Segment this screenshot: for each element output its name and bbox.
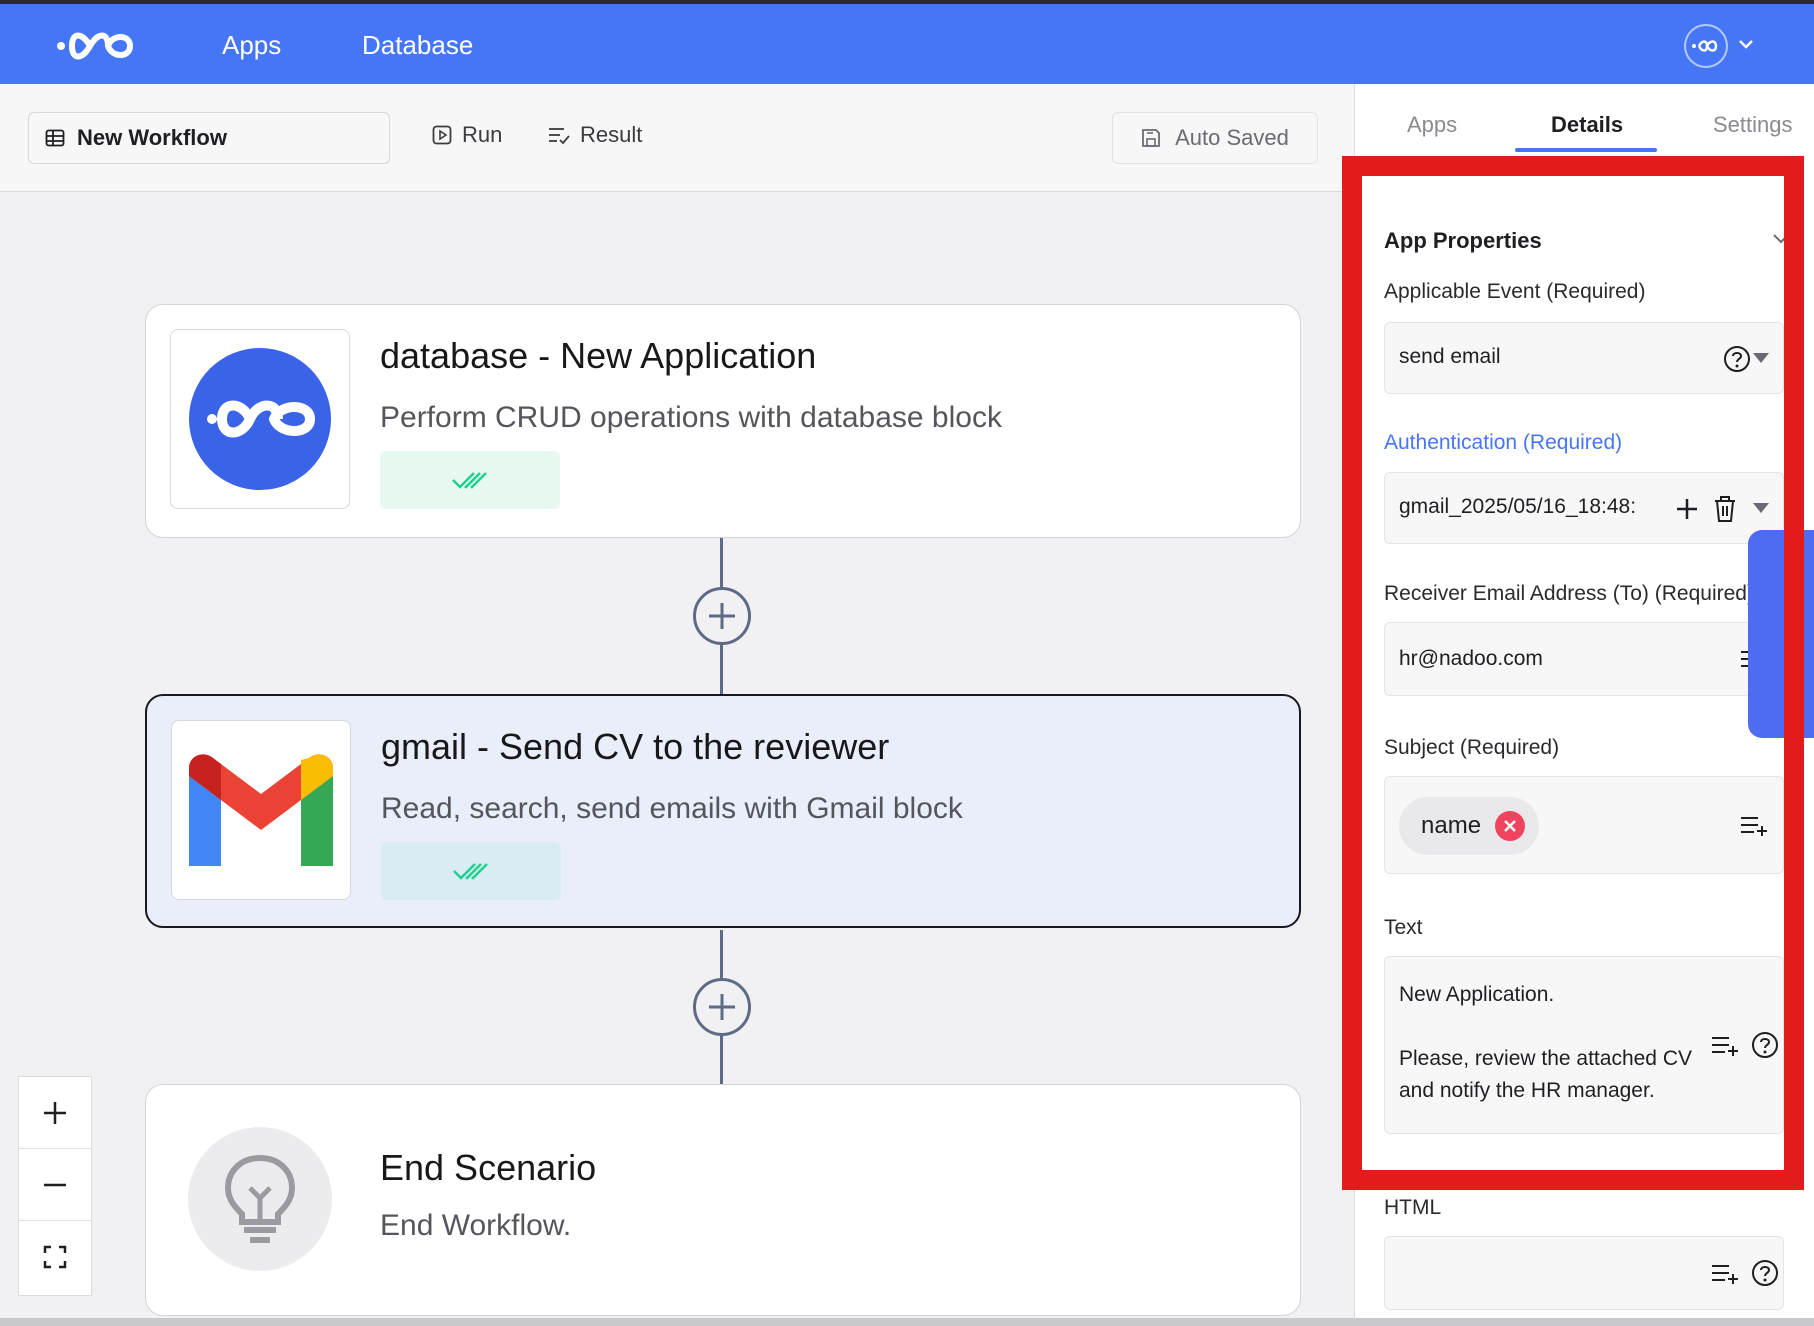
insert-variable-icon[interactable] — [1740, 815, 1768, 837]
workflow-name-text: New Workflow — [77, 125, 227, 150]
nav-link-database[interactable]: Database — [362, 30, 473, 61]
run-button[interactable]: Run — [432, 122, 502, 148]
node-description: Perform CRUD operations with database bl… — [380, 401, 1002, 434]
fit-view-button[interactable] — [19, 1221, 91, 1293]
chip-label: name — [1421, 812, 1482, 839]
workflow-toolbar: New Workflow Run Result Auto Saved — [0, 84, 1354, 192]
add-step-button[interactable] — [693, 587, 751, 645]
result-button[interactable]: Result — [548, 122, 642, 148]
fit-view-icon — [43, 1245, 67, 1269]
insert-variable-icon[interactable] — [1711, 1263, 1739, 1285]
result-label: Result — [580, 122, 643, 147]
play-icon — [432, 125, 452, 145]
double-check-icon — [453, 863, 488, 880]
text-label: Text — [1384, 916, 1423, 939]
list-check-icon — [549, 128, 570, 145]
chevron-down-icon[interactable] — [1736, 34, 1756, 54]
insert-variable-icon[interactable] — [1711, 1035, 1739, 1057]
variable-chip[interactable]: name — [1399, 797, 1540, 855]
text-textarea[interactable]: New Application. Please, review the atta… — [1384, 956, 1784, 1134]
to-value: hr@nadoo.com — [1399, 647, 1543, 670]
auth-value: gmail_2025/05/16_18:48: — [1399, 495, 1637, 518]
node-description: End Workflow. — [380, 1209, 572, 1242]
tab-settings[interactable]: Settings — [1713, 112, 1793, 138]
html-label: HTML — [1384, 1196, 1442, 1219]
lightbulb-icon — [224, 1154, 296, 1243]
remove-chip-button[interactable] — [1495, 811, 1526, 841]
zoom-controls — [18, 1076, 92, 1296]
auto-saved-label: Auto Saved — [1175, 125, 1289, 150]
plus-icon — [709, 603, 735, 629]
top-nav-bar: Apps Database — [0, 0, 1814, 84]
node-description: Read, search, send emails with Gmail blo… — [381, 792, 963, 825]
close-icon — [1504, 820, 1516, 832]
node-icon-box — [171, 720, 351, 900]
end-icon-circle — [188, 1127, 332, 1271]
zoom-out-icon — [44, 1183, 66, 1186]
details-panel: Apps Details Settings — [1354, 84, 1814, 1326]
help-icon[interactable] — [1751, 1031, 1779, 1059]
chevron-down-icon[interactable] — [1772, 232, 1790, 246]
user-avatar[interactable] — [1684, 24, 1728, 68]
workflow-node-gmail[interactable]: gmail - Send CV to the reviewer Read, se… — [145, 694, 1301, 928]
run-label: Run — [462, 122, 503, 147]
node-icon-box — [170, 329, 350, 509]
tab-details[interactable]: Details — [1551, 112, 1623, 138]
section-title: App Properties — [1384, 228, 1542, 253]
workflow-node-database[interactable]: database - New Application Perform CRUD … — [145, 304, 1301, 538]
event-label: Applicable Event (Required) — [1384, 280, 1646, 303]
help-icon[interactable] — [1751, 1259, 1779, 1287]
zoom-out-button[interactable] — [19, 1149, 91, 1221]
workflow-name-field[interactable]: New Workflow — [28, 112, 390, 164]
gmail-logo-icon — [189, 754, 333, 866]
tab-apps[interactable]: Apps — [1407, 112, 1457, 138]
auth-select[interactable]: gmail_2025/05/16_18:48: — [1384, 472, 1784, 544]
active-tab-indicator — [1515, 148, 1657, 152]
double-check-icon — [452, 472, 487, 489]
dropdown-caret-icon[interactable] — [1753, 353, 1769, 363]
plus-icon — [709, 994, 735, 1020]
trash-icon[interactable] — [1713, 495, 1737, 523]
app-logo-icon[interactable] — [56, 26, 138, 66]
html-input[interactable] — [1384, 1236, 1784, 1310]
auth-label[interactable]: Authentication (Required) — [1384, 431, 1622, 455]
node-title: database - New Application — [380, 335, 817, 376]
event-value: send email — [1399, 345, 1501, 368]
table-icon — [45, 129, 65, 147]
workflow-node-end[interactable]: End Scenario End Workflow. — [145, 1084, 1301, 1316]
zoom-in-icon — [44, 1101, 66, 1124]
add-step-button[interactable] — [693, 978, 751, 1036]
zoom-in-button[interactable] — [19, 1077, 91, 1149]
dropdown-caret-icon[interactable] — [1753, 503, 1769, 513]
bottom-scroll-strip — [0, 1318, 1814, 1326]
to-label: Receiver Email Address (To) (Required) — [1384, 582, 1754, 605]
add-icon[interactable] — [1675, 497, 1699, 521]
node-title: gmail - Send CV to the reviewer — [381, 726, 890, 767]
node-title: End Scenario — [380, 1147, 597, 1188]
to-input[interactable]: hr@nadoo.com — [1384, 622, 1784, 696]
node-status-badge — [380, 451, 560, 509]
event-select[interactable]: send email — [1384, 322, 1784, 394]
subject-input[interactable]: name — [1384, 776, 1784, 874]
save-icon — [1142, 129, 1161, 147]
avatar-logo-icon — [1692, 40, 1718, 52]
side-drawer-tab[interactable] — [1748, 530, 1814, 738]
text-value: New Application. Please, review the atta… — [1399, 983, 1692, 1102]
auto-saved-indicator: Auto Saved — [1112, 112, 1318, 164]
node-status-badge — [381, 842, 561, 900]
database-logo-icon — [189, 348, 331, 490]
subject-label: Subject (Required) — [1384, 736, 1560, 759]
nav-link-apps[interactable]: Apps — [222, 30, 281, 61]
panel-tabs: Apps Details Settings — [1355, 84, 1814, 154]
help-icon[interactable] — [1723, 345, 1751, 373]
